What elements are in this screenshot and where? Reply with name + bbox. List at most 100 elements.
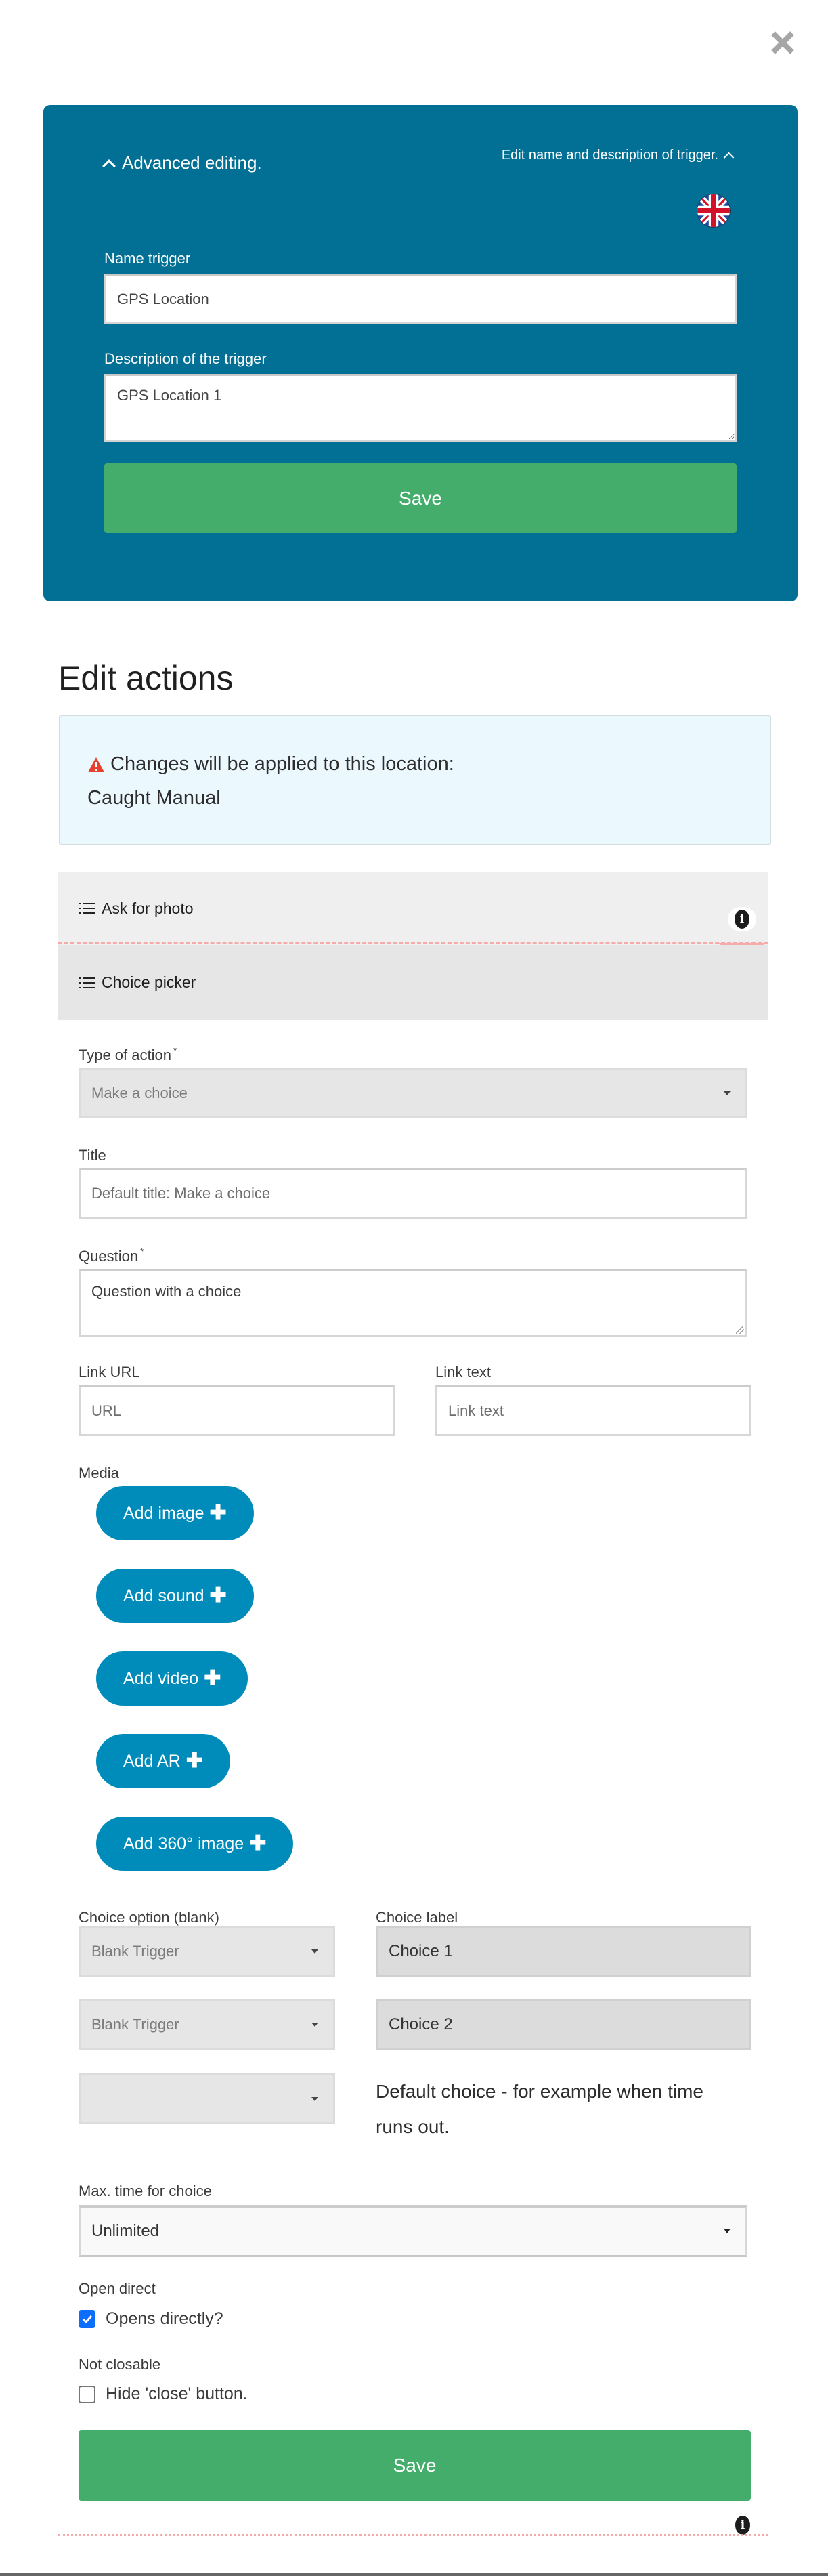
add-image-button[interactable]: Add image ✚ — [96, 1486, 254, 1540]
add-ar-label: Add AR — [123, 1751, 181, 1771]
link-text-placeholder: Link text — [448, 1401, 504, 1419]
caret-down-icon — [311, 1949, 318, 1954]
link-url-placeholder: URL — [91, 1401, 122, 1419]
title-label: Title — [79, 1147, 106, 1164]
resize-handle[interactable] — [736, 1326, 744, 1334]
info-icon: i — [735, 910, 749, 929]
link-url-label: Link URL — [79, 1364, 140, 1380]
choice-option-value: Blank Trigger — [91, 1942, 179, 1960]
language-selector[interactable] — [697, 194, 730, 227]
name-trigger-input[interactable] — [104, 274, 737, 324]
edit-actions-title: Edit actions — [58, 659, 234, 697]
plus-icon: ✚ — [249, 1832, 267, 1855]
caret-down-icon — [311, 2096, 318, 2101]
plus-icon: ✚ — [209, 1502, 227, 1524]
close-icon — [771, 31, 794, 54]
plus-icon: ✚ — [204, 1667, 221, 1689]
title-placeholder: Default title: Make a choice — [91, 1184, 271, 1202]
location-alert: Changes will be applied to this location… — [59, 715, 771, 845]
action-item-label: Choice picker — [102, 973, 196, 991]
type-of-action-value: Make a choice — [91, 1084, 188, 1101]
add-video-button[interactable]: Add video ✚ — [96, 1651, 248, 1706]
description-trigger-label: Description of the trigger — [104, 350, 267, 367]
hide-close-button-label: Hide 'close' button. — [106, 2384, 248, 2403]
max-time-value: Unlimited — [91, 2222, 160, 2240]
action-item-label: Ask for photo — [102, 899, 194, 917]
choice-option-select-2[interactable]: Blank Trigger — [79, 1999, 335, 2050]
question-value: Question with a choice — [91, 1283, 242, 1300]
media-label: Media — [79, 1464, 119, 1481]
not-closable-label: Not closable — [79, 2356, 161, 2373]
link-url-input[interactable]: URL — [79, 1385, 395, 1436]
required-marker: * — [173, 1045, 177, 1055]
title-input[interactable]: Default title: Make a choice — [79, 1168, 747, 1219]
choice-label-label: Choice label — [376, 1909, 458, 1926]
advanced-editing-panel: Advanced editing. Edit name and descript… — [43, 105, 798, 601]
type-of-action-label: Type of action * — [79, 1045, 177, 1064]
checkmark-icon — [82, 2315, 92, 2323]
choice-option-label: Choice option (blank) — [79, 1909, 219, 1926]
max-time-select[interactable]: Unlimited — [79, 2205, 747, 2257]
add-video-label: Add video — [123, 1668, 199, 1688]
action-item-ask-for-photo[interactable]: Ask for photo i — [58, 872, 768, 954]
add-image-label: Add image — [123, 1503, 204, 1523]
type-of-action-select[interactable]: Make a choice — [79, 1068, 747, 1118]
caret-down-icon — [311, 2022, 318, 2027]
edit-name-description-toggle[interactable]: Edit name and description of trigger. — [501, 148, 735, 163]
choice-label-value: Choice 1 — [389, 1941, 453, 1960]
hide-close-button-checkbox[interactable] — [79, 2385, 95, 2403]
add-360-image-button[interactable]: Add 360° image ✚ — [96, 1817, 294, 1871]
plus-icon: ✚ — [209, 1584, 227, 1607]
opens-directly-label: Opens directly? — [106, 2309, 223, 2328]
info-button[interactable]: i — [728, 907, 756, 931]
info-icon[interactable]: i — [735, 2516, 750, 2535]
link-text-input[interactable]: Link text — [435, 1385, 751, 1436]
save-action-button[interactable]: Save — [79, 2430, 751, 2501]
description-trigger-textarea[interactable]: GPS Location 1 — [104, 374, 737, 442]
open-direct-label: Open direct — [79, 2280, 156, 2297]
add-360-image-label: Add 360° image — [123, 1834, 244, 1853]
advanced-editing-toggle[interactable]: Advanced editing. — [102, 152, 262, 173]
action-item-choice-picker[interactable]: Choice picker — [58, 945, 768, 1020]
choice-option-value: Blank Trigger — [91, 2015, 179, 2033]
default-choice-select[interactable] — [79, 2073, 335, 2124]
alert-message: Changes will be applied to this location… — [110, 753, 454, 775]
list-icon — [79, 903, 95, 914]
add-sound-button[interactable]: Add sound ✚ — [96, 1569, 254, 1623]
edit-name-description-label: Edit name and description of trigger. — [501, 148, 718, 163]
type-of-action-label-text: Type of action — [79, 1047, 171, 1063]
advanced-editing-label: Advanced editing. — [122, 152, 262, 173]
choice-label-value: Choice 2 — [389, 2014, 453, 2033]
question-label-text: Question — [79, 1248, 139, 1265]
plus-icon: ✚ — [186, 1750, 203, 1772]
caret-down-icon — [724, 2229, 731, 2233]
default-choice-note: Default choice - for example when time r… — [376, 2081, 703, 2137]
question-textarea[interactable]: Question with a choice — [79, 1269, 747, 1337]
save-trigger-button[interactable]: Save — [104, 463, 737, 533]
list-icon — [79, 977, 95, 988]
choice-label-input-2[interactable]: Choice 2 — [376, 1999, 751, 2050]
hide-close-button-checkbox-row[interactable]: Hide 'close' button. — [79, 2384, 248, 2404]
required-marker: * — [140, 1246, 144, 1257]
chevron-up-icon — [102, 159, 116, 173]
drop-indicator-line — [58, 2534, 768, 2536]
uk-flag-icon — [697, 194, 730, 227]
alert-location-name: Caught Manual — [87, 787, 221, 809]
choice-option-select-1[interactable]: Blank Trigger — [79, 1926, 335, 1977]
action-list: Ask for photo i Choice picker — [58, 872, 768, 1020]
link-text-label: Link text — [435, 1364, 491, 1380]
add-sound-label: Add sound — [123, 1586, 204, 1605]
max-time-label: Max. time for choice — [79, 2182, 212, 2199]
divider — [0, 2573, 828, 2576]
add-ar-button[interactable]: Add AR ✚ — [96, 1734, 230, 1788]
question-label: Question * — [79, 1246, 144, 1265]
drop-indicator-line — [58, 942, 768, 944]
opens-directly-checkbox[interactable] — [79, 2310, 95, 2328]
close-button[interactable] — [768, 28, 797, 57]
choice-label-input-1[interactable]: Choice 1 — [376, 1926, 751, 1977]
name-trigger-label: Name trigger — [104, 250, 191, 267]
chevron-up-icon — [723, 152, 735, 163]
caret-down-icon — [724, 1091, 731, 1095]
opens-directly-checkbox-row[interactable]: Opens directly? — [79, 2309, 223, 2329]
warning-icon — [88, 757, 104, 772]
